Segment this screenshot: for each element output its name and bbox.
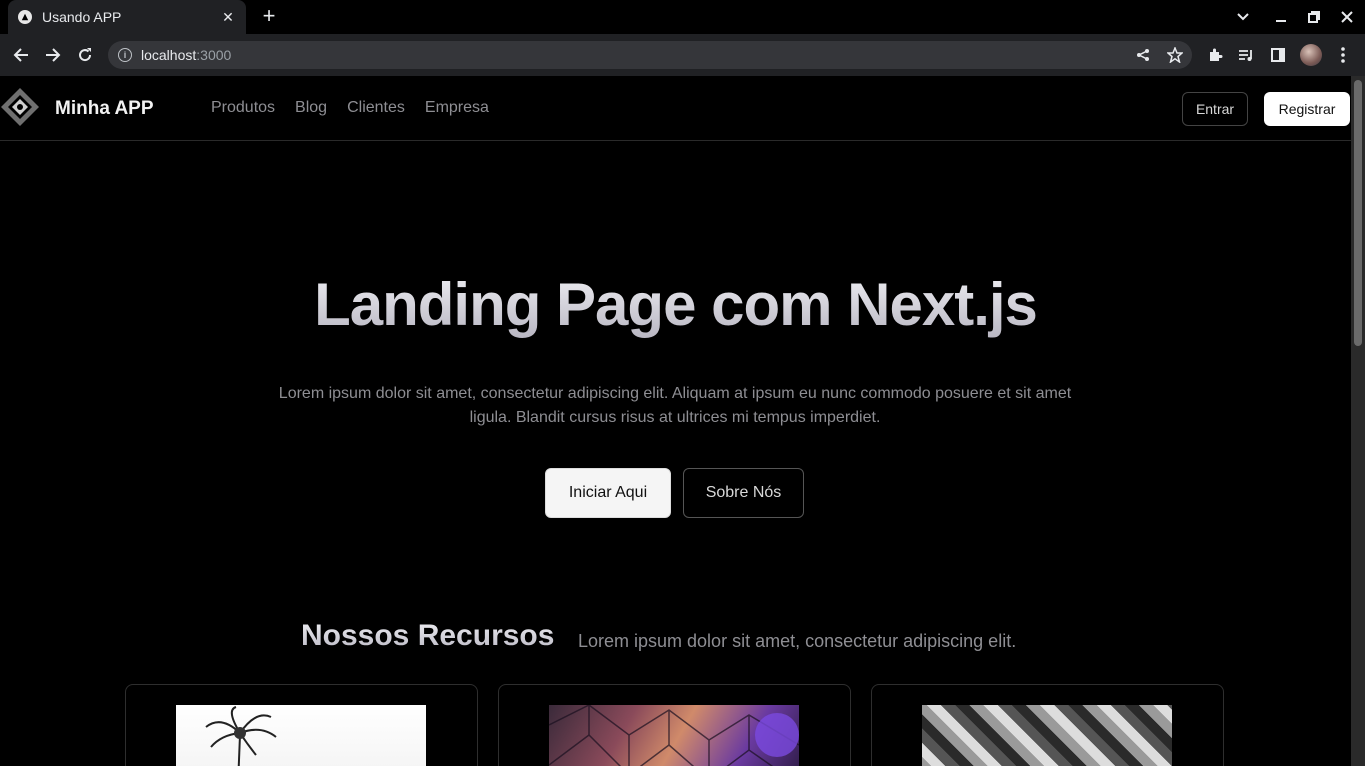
share-icon[interactable] (1134, 46, 1152, 64)
scrollbar-thumb[interactable] (1354, 80, 1362, 346)
nav-link-empresa[interactable]: Empresa (425, 99, 489, 117)
tab-close-icon[interactable]: ✕ (220, 9, 236, 26)
login-button[interactable]: Entrar (1182, 92, 1248, 126)
nav-link-blog[interactable]: Blog (295, 99, 327, 117)
restore-icon[interactable] (1297, 0, 1331, 34)
url-port: :3000 (196, 47, 232, 63)
menu-kebab-icon[interactable] (1334, 46, 1352, 64)
bookmark-star-icon[interactable] (1166, 46, 1184, 64)
forward-icon[interactable] (41, 43, 65, 67)
feature-card[interactable] (498, 684, 851, 766)
start-button[interactable]: Iniciar Aqui (545, 468, 671, 518)
hero-title: Landing Page com Next.js (0, 270, 1351, 339)
reload-icon[interactable] (73, 43, 97, 67)
geodesic-dome-image (549, 705, 799, 766)
brand-name[interactable]: Minha APP (55, 98, 154, 120)
geometric-pattern-image (922, 705, 1172, 766)
minimize-icon[interactable] (1264, 0, 1298, 34)
close-window-icon[interactable] (1330, 0, 1364, 34)
tab-title: Usando APP (42, 9, 122, 25)
nextjs-favicon-icon (18, 10, 32, 24)
new-tab-button[interactable]: + (258, 5, 280, 28)
about-button[interactable]: Sobre Nós (683, 468, 804, 518)
feature-card[interactable] (125, 684, 478, 766)
extensions-icon[interactable] (1206, 46, 1224, 64)
browser-tab[interactable]: Usando APP ✕ (8, 0, 246, 34)
palm-tree-image (176, 705, 426, 766)
tab-search-icon[interactable] (1226, 0, 1260, 34)
register-button[interactable]: Registrar (1264, 92, 1350, 126)
main-nav: Produtos Blog Clientes Empresa (211, 99, 489, 117)
media-control-icon[interactable] (1237, 46, 1255, 64)
nav-link-clientes[interactable]: Clientes (347, 99, 405, 117)
address-bar[interactable]: i localhost:3000 (108, 41, 1192, 69)
back-icon[interactable] (9, 43, 33, 67)
tab-strip: Usando APP ✕ + (0, 0, 1365, 34)
site-info-icon[interactable]: i (118, 48, 132, 62)
features-title: Nossos Recursos (301, 619, 555, 652)
site-header: Minha APP Produtos Blog Clientes Empresa… (0, 76, 1351, 141)
url-host: localhost (141, 47, 197, 63)
hero-subtitle: Lorem ipsum dolor sit amet, consectetur … (278, 385, 1072, 426)
page-viewport: Minha APP Produtos Blog Clientes Empresa… (0, 76, 1351, 766)
logo-diamond-icon[interactable] (0, 86, 42, 128)
side-panel-icon[interactable] (1269, 46, 1287, 64)
feature-card[interactable] (871, 684, 1224, 766)
features-subtitle: Lorem ipsum dolor sit amet, consectetur … (578, 631, 1017, 651)
nav-link-produtos[interactable]: Produtos (211, 99, 275, 117)
profile-avatar[interactable] (1300, 44, 1322, 66)
